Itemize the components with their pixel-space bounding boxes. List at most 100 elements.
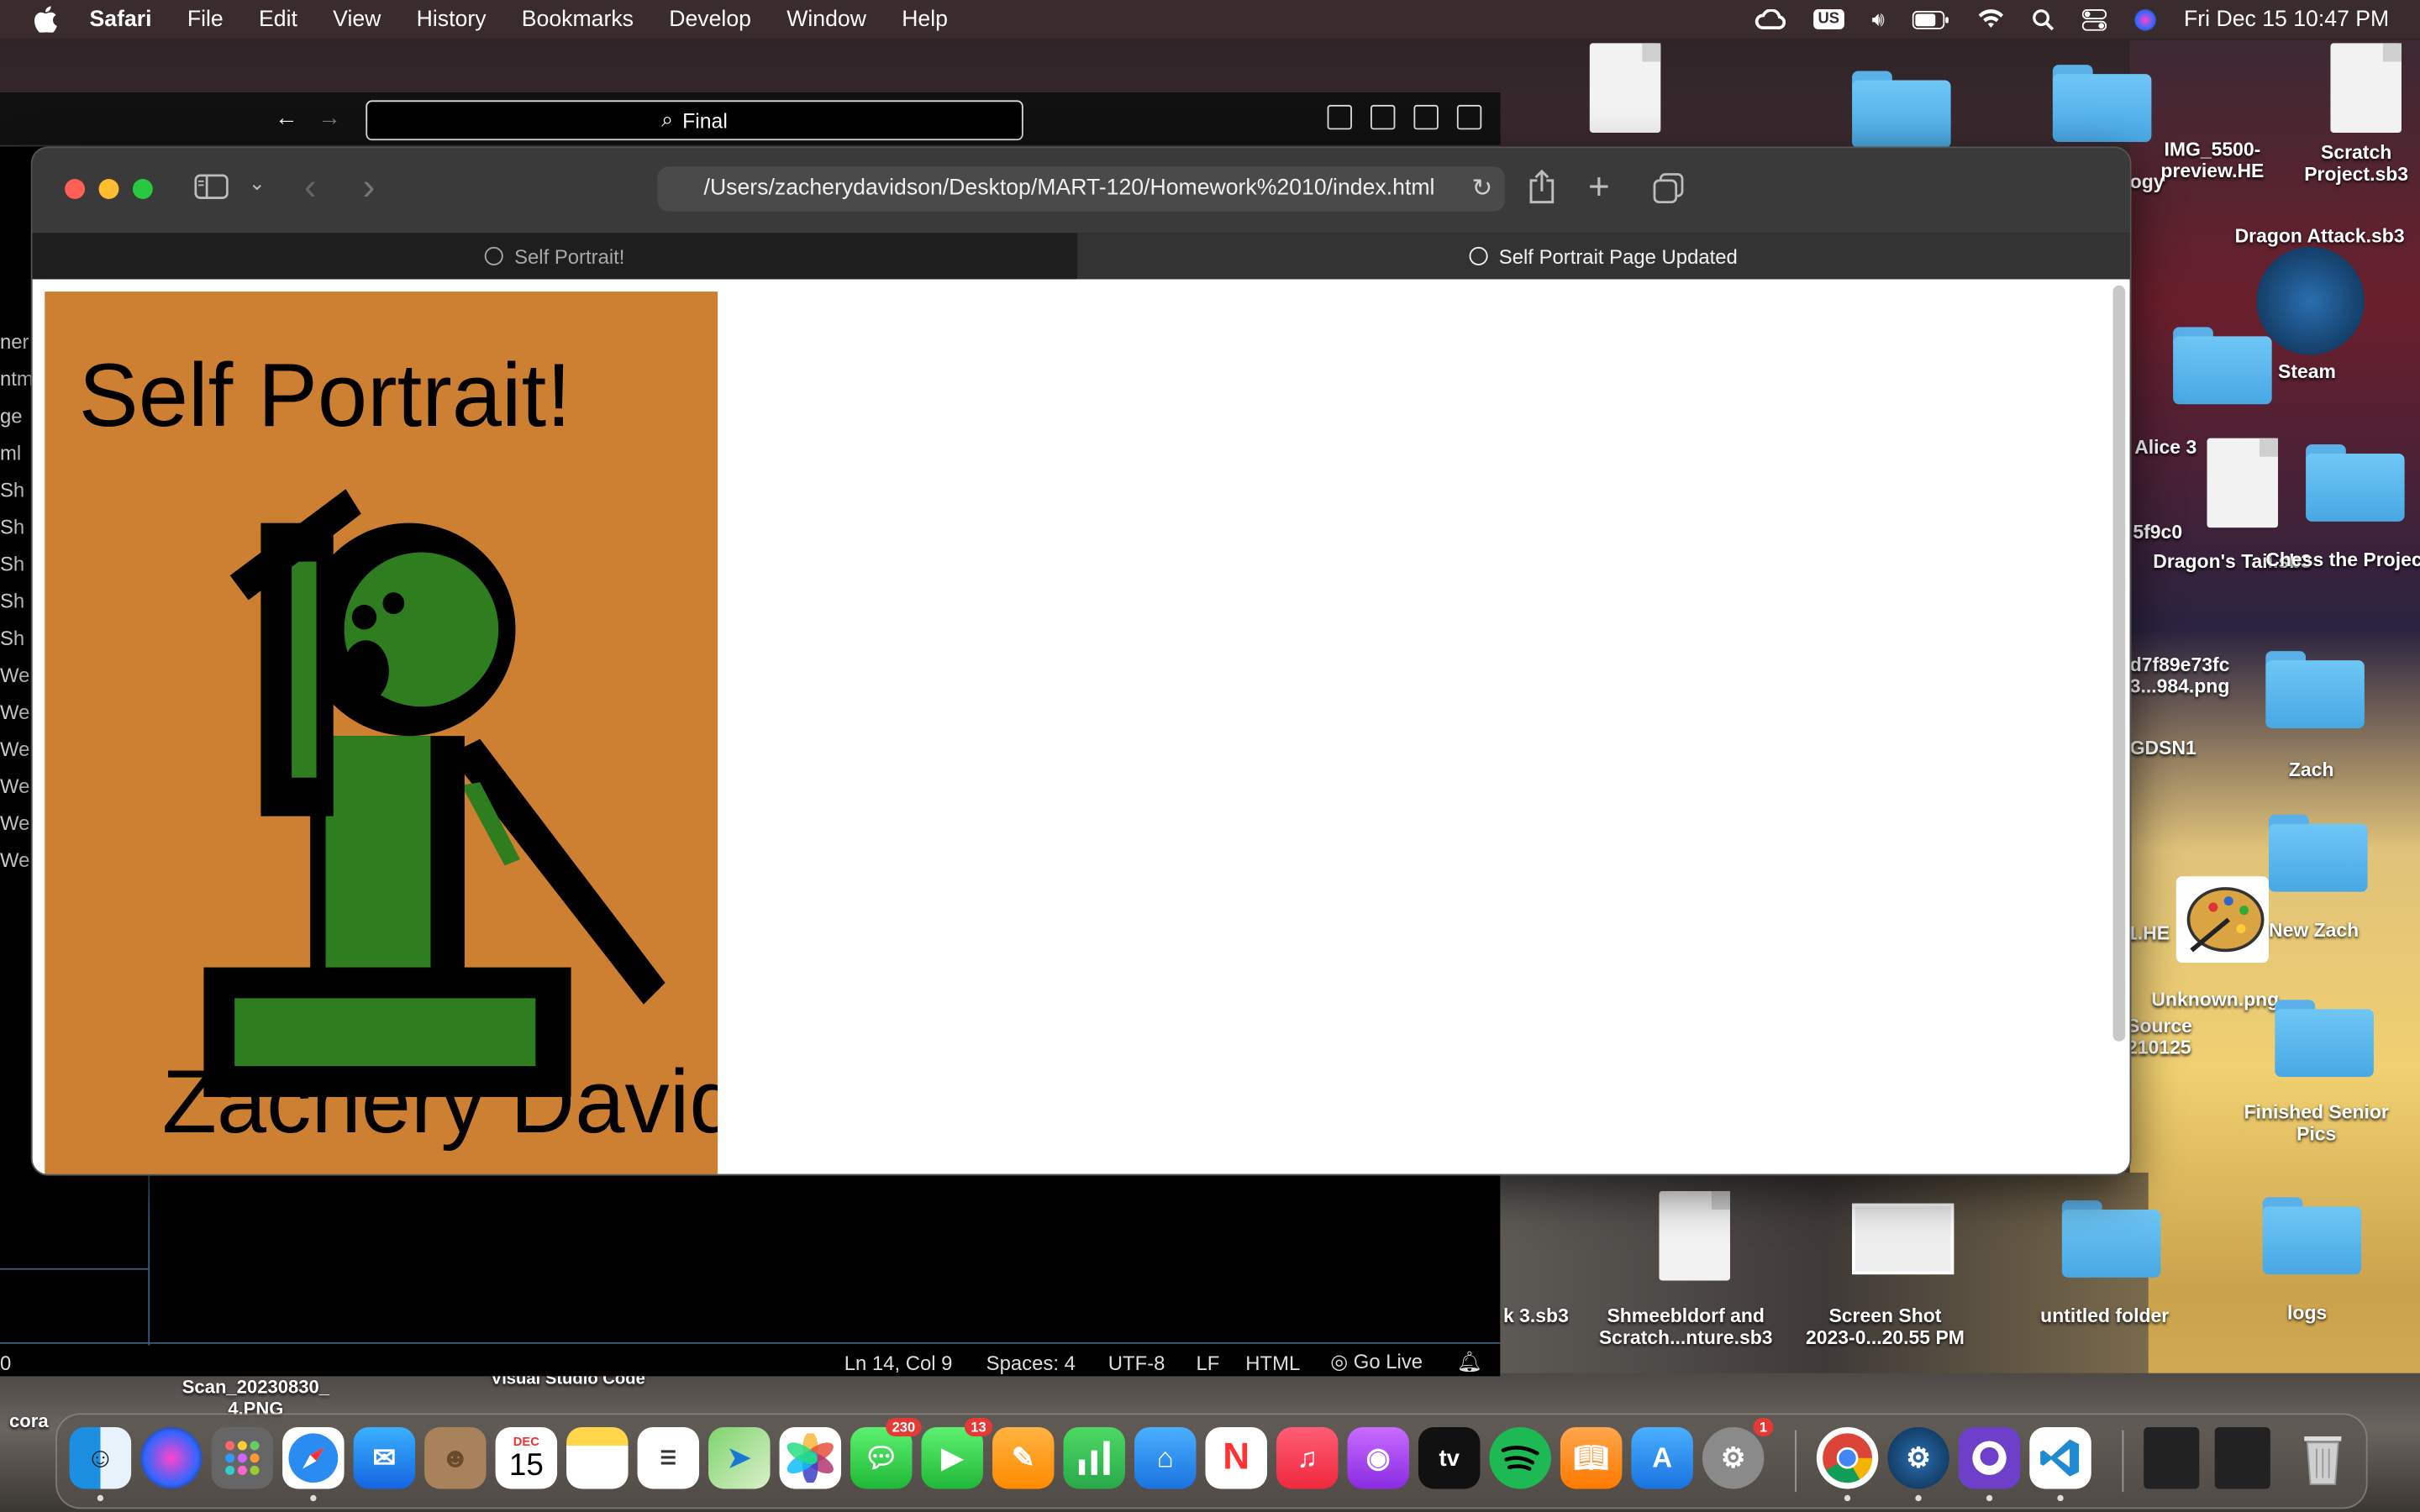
explorer-item-fragment[interactable]: We — [0, 769, 31, 806]
toggle-panel-icon[interactable] — [1370, 104, 1396, 130]
github-desktop-icon[interactable] — [1958, 1426, 2021, 1489]
status-indentation[interactable]: Spaces: 4 — [986, 1351, 1076, 1374]
status-language[interactable]: HTML — [1245, 1351, 1300, 1374]
system-settings-icon[interactable]: ⚙︎ 1 — [1702, 1417, 1774, 1489]
scratch-file-icon[interactable] — [2330, 43, 2402, 133]
desktop-file-icon[interactable] — [2207, 438, 2279, 528]
podcasts-icon[interactable]: ◉ — [1347, 1426, 1409, 1489]
explorer-item-fragment[interactable]: We — [0, 657, 31, 694]
desktop-folder-icon[interactable] — [2265, 651, 2365, 728]
status-encoding[interactable]: UTF-8 — [1108, 1351, 1165, 1374]
forward-chevron-icon[interactable]: › — [363, 166, 376, 209]
explorer-item-fragment[interactable]: We — [0, 695, 31, 732]
explorer-item-fragment[interactable]: ml — [0, 435, 31, 472]
status-cursor-position[interactable]: Ln 14, Col 9 — [844, 1351, 953, 1374]
desktop-folder-icon[interactable] — [2306, 444, 2405, 522]
trash-icon[interactable] — [2292, 1427, 2354, 1488]
siri-app-icon[interactable] — [140, 1426, 203, 1489]
tab-self-portrait[interactable]: Self Portrait! — [32, 233, 1078, 280]
address-bar[interactable]: /Users/zacherydavidson/Desktop/MART-120/… — [657, 166, 1505, 212]
palette-image-icon[interactable] — [2175, 876, 2269, 963]
desktop-folder-icon[interactable] — [2269, 814, 2368, 892]
desktop-folder-icon[interactable] — [2275, 1000, 2374, 1078]
explorer-item-fragment[interactable]: Sh — [0, 509, 31, 546]
desktop-folder-icon[interactable] — [2262, 1197, 2362, 1275]
toggle-secondary-sidebar-icon[interactable] — [1413, 104, 1439, 130]
desktop-folder-icon[interactable] — [2061, 1200, 2161, 1278]
desktop-file-icon[interactable] — [1659, 1190, 1730, 1281]
pages-icon[interactable]: ✎ — [992, 1426, 1055, 1489]
safari-app-icon[interactable] — [282, 1426, 345, 1489]
tab-overview-icon[interactable] — [1653, 173, 1684, 212]
desktop-item-label[interactable]: Steam — [2278, 361, 2336, 383]
explorer-item-fragment[interactable]: ntm — [0, 361, 31, 398]
back-arrow-icon[interactable]: ← — [275, 105, 298, 131]
calendar-icon[interactable]: DEC 15 — [495, 1426, 558, 1489]
finder-icon[interactable]: ☺ — [69, 1426, 132, 1489]
desktop-item-label[interactable]: Screen Shot 2023-0...20.55 PM — [1806, 1305, 1965, 1348]
recent-screenshot-icon[interactable] — [2214, 1426, 2270, 1489]
explorer-item-fragment[interactable]: We — [0, 843, 31, 879]
desktop-folder-icon[interactable] — [1852, 71, 1951, 149]
steam-dock-icon[interactable]: ⚙︎ — [1887, 1426, 1949, 1489]
keynote-icon[interactable]: ⌂ — [1134, 1426, 1197, 1489]
go-live-button[interactable]: ◎ Go Live — [1330, 1350, 1423, 1374]
desktop-item-label[interactable]: Scratch Project.sb3 — [2304, 142, 2408, 185]
desktop-item-label[interactable]: New Zach — [2269, 920, 2359, 942]
desktop-item-label[interactable]: logs — [2287, 1302, 2327, 1324]
menu-bookmarks[interactable]: Bookmarks — [522, 7, 634, 31]
reminders-icon[interactable]: ☰ — [637, 1426, 700, 1489]
explorer-item-fragment[interactable]: Sh — [0, 472, 31, 509]
close-window-button[interactable] — [65, 179, 86, 199]
new-tab-plus-icon[interactable]: + — [1588, 166, 1610, 209]
desktop-item-label[interactable]: ogy — [2130, 171, 2165, 193]
status-eol[interactable]: LF — [1196, 1351, 1219, 1374]
reload-icon[interactable]: ↻ — [1471, 173, 1492, 204]
steam-app-icon[interactable] — [2256, 246, 2365, 355]
mail-icon[interactable]: ✉︎ — [353, 1426, 416, 1489]
chrome-icon[interactable] — [1816, 1426, 1879, 1489]
explorer-item-fragment[interactable]: Sh — [0, 546, 31, 583]
desktop-item-label[interactable]: d7f89e73fc 3...984.png — [2130, 654, 2230, 697]
desktop-item-label[interactable]: Zach — [2289, 759, 2334, 781]
explorer-item-fragment[interactable]: We — [0, 806, 31, 843]
desktop-item-label[interactable]: Source 210125 — [2127, 1016, 2192, 1058]
desktop-item-label[interactable]: 1.HE — [2127, 922, 2170, 944]
desktop-folder-icon[interactable] — [2052, 65, 2152, 142]
toggle-primary-sidebar-icon[interactable] — [1327, 104, 1352, 130]
menu-develop[interactable]: Develop — [669, 7, 751, 31]
share-icon[interactable] — [1528, 169, 1555, 212]
books-icon[interactable]: 📖︎ — [1560, 1426, 1623, 1489]
messages-icon[interactable]: 💬︎ 230 — [850, 1417, 922, 1489]
explorer-item-fragment[interactable]: We — [0, 732, 31, 769]
music-icon[interactable]: ♫ — [1276, 1426, 1339, 1489]
menu-edit[interactable]: Edit — [259, 7, 297, 31]
siri-icon[interactable] — [2134, 8, 2156, 30]
notifications-bell-icon[interactable]: 🔔︎ — [1457, 1350, 1482, 1374]
desktop-item-label[interactable]: GDSN1 — [2130, 738, 2196, 759]
vertical-scrollbar[interactable] — [2112, 285, 2126, 1042]
explorer-item-fragment[interactable]: Sh — [0, 583, 31, 620]
zoom-window-button[interactable] — [132, 179, 153, 199]
desktop-item-label[interactable]: untitled folder — [2040, 1305, 2169, 1327]
explorer-item-fragment[interactable]: ner — [0, 324, 31, 361]
volume-icon[interactable]: 🔊︎ — [1872, 7, 1885, 31]
command-center-search[interactable]: ⌕ Final — [366, 100, 1023, 141]
input-source-icon[interactable]: US — [1812, 9, 1844, 29]
apple-menu-icon[interactable] — [31, 5, 59, 33]
desktop-item-label[interactable]: Shmeebldorf and Scratch...nture.sb3 — [1599, 1305, 1773, 1348]
desktop-item-label[interactable]: k 3.sb3 — [1503, 1305, 1569, 1327]
vscode-dock-icon[interactable] — [2029, 1426, 2091, 1489]
launchpad-icon[interactable] — [211, 1426, 274, 1489]
desktop-item-label[interactable]: 5f9c0 — [2133, 522, 2182, 543]
creative-cloud-icon[interactable] — [1754, 8, 1786, 30]
photos-icon[interactable] — [779, 1426, 842, 1489]
desktop-item-label[interactable]: IMG_5500- preview.HE — [2160, 139, 2264, 181]
explorer-item-fragment[interactable]: ge — [0, 398, 31, 435]
tab-self-portrait-updated[interactable]: Self Portrait Page Updated — [1077, 233, 2130, 280]
sidebar-toggle-icon[interactable] — [194, 174, 229, 207]
desktop-item-label[interactable]: Alice 3 — [2134, 437, 2196, 459]
customize-layout-icon[interactable] — [1456, 104, 1482, 130]
desktop-item-label[interactable]: Finished Senior Pics — [2244, 1101, 2389, 1144]
notes-icon[interactable] — [566, 1426, 629, 1489]
